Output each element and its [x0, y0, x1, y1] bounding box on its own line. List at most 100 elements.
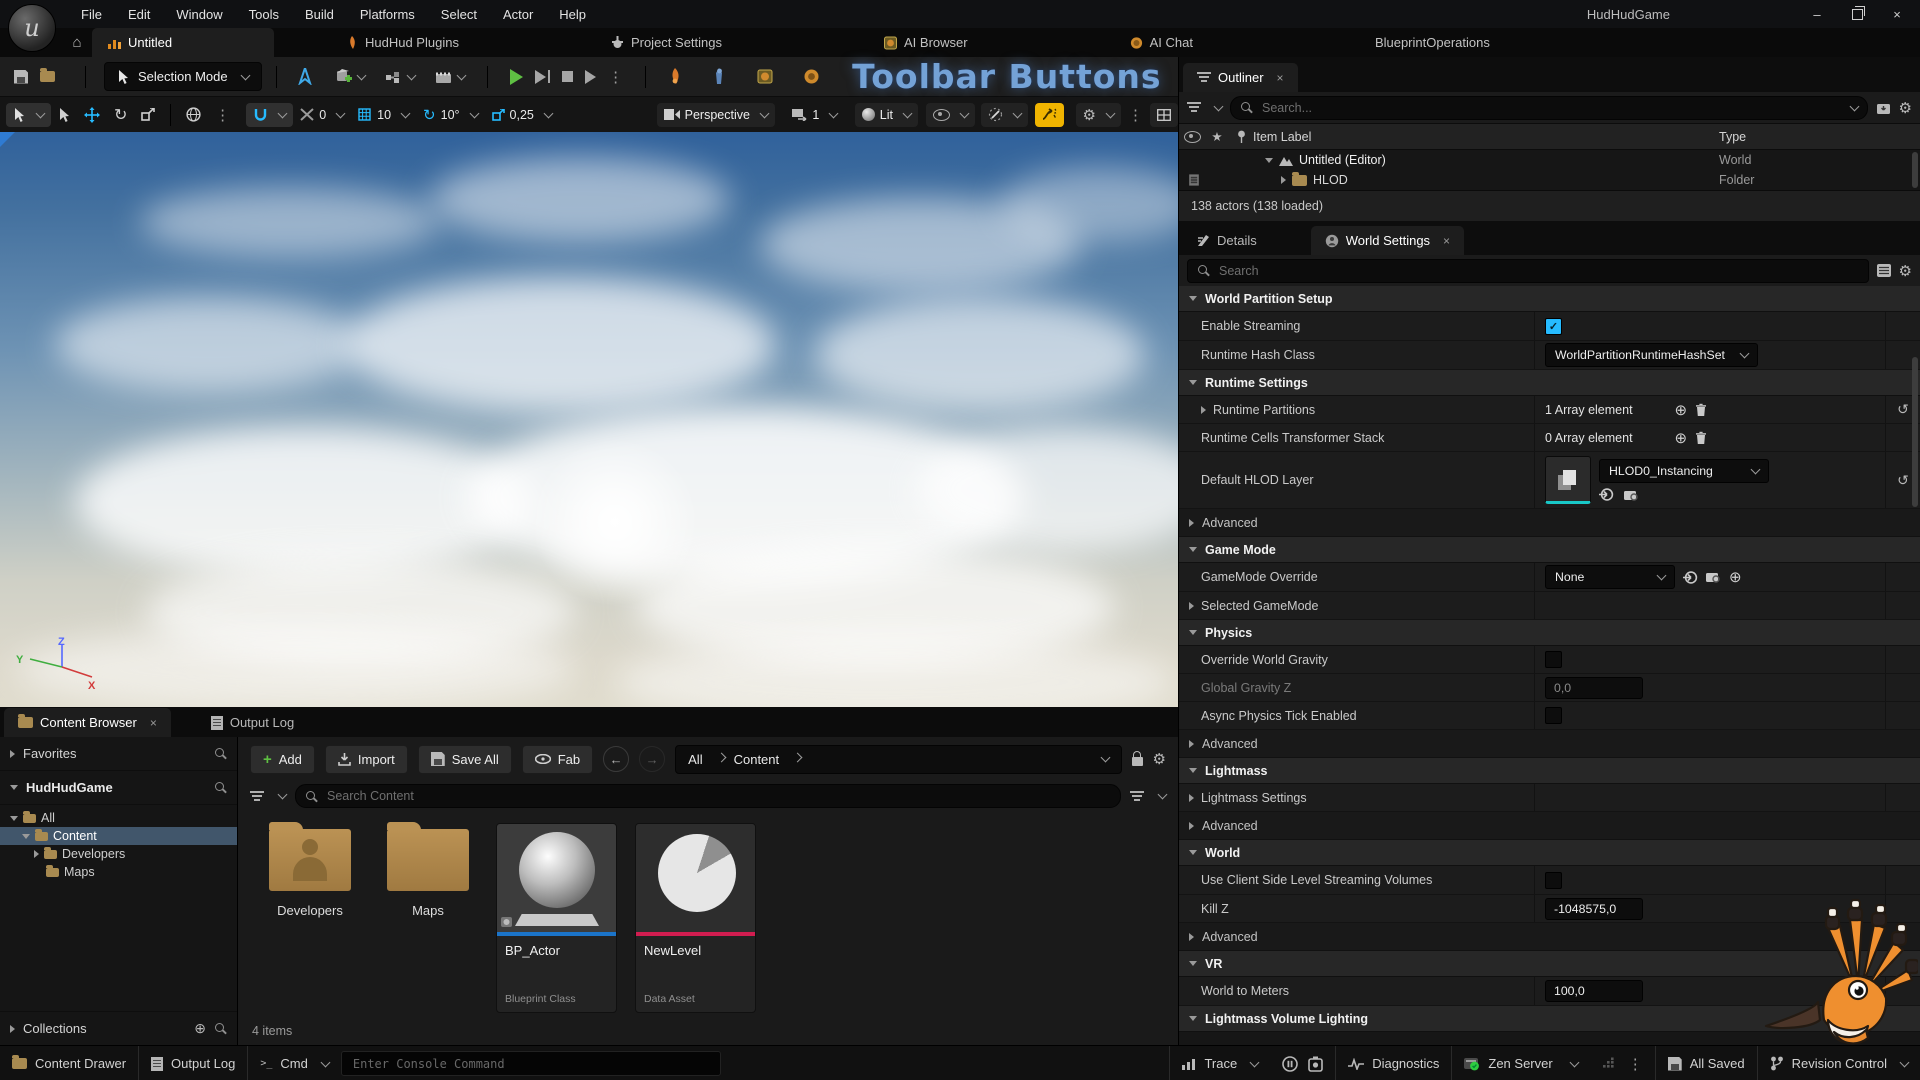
override-gravity-checkbox[interactable]: [1545, 651, 1562, 668]
breadcrumb-content[interactable]: Content: [734, 752, 780, 767]
save-all-button[interactable]: Save All: [418, 745, 512, 774]
editor-mode-dropdown[interactable]: Selection Mode: [104, 62, 262, 91]
expand-icon[interactable]: [1189, 794, 1194, 802]
tab-untitled[interactable]: Untitled: [92, 28, 274, 57]
filter-icon[interactable]: [250, 791, 264, 802]
gamemode-override-dropdown[interactable]: None: [1545, 565, 1675, 589]
viewport-options-button[interactable]: ⋮: [1121, 103, 1150, 127]
global-gravity-z-input[interactable]: [1545, 677, 1643, 699]
tab-hudhud-plugins[interactable]: HudHud Plugins: [330, 28, 475, 57]
add-collection-icon[interactable]: ⊕: [194, 1020, 206, 1037]
trace-dropdown[interactable]: Trace: [1170, 1046, 1270, 1080]
content-search[interactable]: [295, 784, 1121, 808]
play-options-button[interactable]: ⋮: [602, 64, 629, 90]
minimize-button[interactable]: –: [1800, 2, 1834, 26]
menu-platforms[interactable]: Platforms: [347, 0, 428, 28]
asset-folder-maps[interactable]: Maps: [378, 823, 478, 918]
section-game-mode[interactable]: Game Mode: [1179, 537, 1920, 563]
outliner-search[interactable]: [1230, 96, 1868, 120]
pause-circle-icon[interactable]: [1282, 1056, 1298, 1072]
ai-chat-tool-button[interactable]: [797, 64, 826, 90]
cinematics-button[interactable]: [429, 64, 471, 90]
world-settings-search[interactable]: [1187, 259, 1869, 283]
menu-tools[interactable]: Tools: [236, 0, 292, 28]
menu-file[interactable]: File: [68, 0, 115, 28]
outliner-search-input[interactable]: [1260, 100, 1838, 116]
eject-button[interactable]: [579, 64, 602, 90]
pin-column-icon[interactable]: [1237, 130, 1246, 143]
level-viewport[interactable]: Z Y X: [0, 132, 1178, 707]
tab-ai-chat[interactable]: AI Chat: [1114, 28, 1209, 57]
kill-z-input[interactable]: [1545, 898, 1643, 920]
snapshot-icon[interactable]: [1308, 1056, 1323, 1072]
tab-blueprint-operations[interactable]: BlueprintOperations: [1359, 28, 1506, 57]
world-to-meters-input[interactable]: [1545, 980, 1643, 1002]
browse-to-asset-icon[interactable]: [1624, 489, 1639, 501]
select-tool[interactable]: [51, 103, 77, 127]
section-world[interactable]: World: [1179, 840, 1920, 866]
scale-snap-dropdown[interactable]: 0,25: [485, 103, 559, 127]
outliner-scrollbar[interactable]: [1912, 152, 1918, 188]
asset-card-newlevel[interactable]: NewLevel Data Asset: [635, 823, 756, 1013]
tab-output-log[interactable]: Output Log: [197, 708, 308, 737]
perspective-dropdown[interactable]: Perspective: [657, 103, 775, 127]
close-icon[interactable]: ×: [1277, 71, 1284, 85]
tab-details[interactable]: Details: [1183, 226, 1271, 255]
show-flags-dropdown[interactable]: [926, 103, 975, 127]
tab-ai-browser[interactable]: AI Browser: [868, 28, 984, 57]
console-command-input[interactable]: [351, 1056, 711, 1072]
lock-icon[interactable]: [1132, 757, 1143, 766]
hudhud-tool-button[interactable]: [662, 64, 688, 90]
async-physics-checkbox[interactable]: [1545, 707, 1562, 724]
cmd-dropdown[interactable]: >_ Cmd: [248, 1046, 341, 1080]
outliner-row-world[interactable]: Untitled (Editor) World: [1179, 150, 1920, 170]
display-filter-icon[interactable]: [1877, 264, 1891, 277]
tree-item-maps[interactable]: Maps: [0, 863, 237, 881]
forward-button[interactable]: →: [639, 746, 665, 772]
rotation-snap-dropdown[interactable]: ↻ 10°: [416, 103, 484, 127]
vertical-dots-icon[interactable]: ⋮: [1628, 1055, 1643, 1073]
content-drawer-button[interactable]: Content Drawer: [0, 1046, 138, 1080]
tab-outliner[interactable]: Outliner ×: [1183, 63, 1298, 92]
scale-tool[interactable]: [134, 103, 162, 127]
unreal-engine-logo[interactable]: u: [8, 4, 56, 52]
maximize-button[interactable]: [1840, 2, 1874, 26]
output-log-button[interactable]: Output Log: [139, 1046, 247, 1080]
client-streaming-checkbox[interactable]: [1545, 872, 1562, 889]
tab-content-browser[interactable]: Content Browser ×: [4, 708, 171, 737]
import-button[interactable]: Import: [325, 745, 408, 774]
outliner-row-hlod[interactable]: HLOD Folder: [1179, 170, 1920, 190]
trash-icon[interactable]: [1695, 431, 1707, 444]
advanced-lightmass[interactable]: Advanced: [1179, 812, 1920, 840]
lit-mode-dropdown[interactable]: Lit: [855, 103, 918, 127]
gear-icon[interactable]: ⚙: [1899, 262, 1912, 280]
breadcrumb-all[interactable]: All: [688, 752, 702, 767]
maximize-viewport-button[interactable]: [1150, 103, 1178, 127]
world-settings-search-input[interactable]: [1217, 263, 1859, 279]
menu-edit[interactable]: Edit: [115, 0, 163, 28]
browse-content-button[interactable]: [34, 64, 61, 90]
content-search-input[interactable]: [325, 788, 1111, 804]
save-button[interactable]: [8, 64, 34, 90]
play-button[interactable]: [504, 64, 529, 90]
back-button[interactable]: ←: [603, 746, 629, 772]
asset-card-bp-actor[interactable]: BP_Actor Blueprint Class: [496, 823, 617, 1013]
statue-tool-button[interactable]: [706, 64, 733, 90]
close-button[interactable]: ×: [1880, 2, 1914, 26]
close-icon[interactable]: ×: [1443, 234, 1450, 248]
tree-item-all[interactable]: All: [0, 809, 237, 827]
zen-server-dropdown[interactable]: Zen Server: [1452, 1046, 1589, 1080]
component-button[interactable]: [379, 64, 421, 90]
chevron-down-icon[interactable]: [1849, 101, 1859, 111]
home-icon[interactable]: ⌂: [62, 28, 92, 57]
search-icon[interactable]: [214, 781, 227, 794]
tab-project-settings[interactable]: Project Settings: [595, 28, 738, 57]
favorites-row[interactable]: Favorites: [0, 737, 237, 771]
trash-icon[interactable]: [1695, 403, 1707, 416]
world-coordinate-toggle[interactable]: [179, 103, 208, 127]
sort-icon[interactable]: [1130, 791, 1144, 802]
frame-skip-button[interactable]: [529, 64, 557, 90]
save-folder-icon[interactable]: [1876, 101, 1891, 115]
all-saved-button[interactable]: All Saved: [1656, 1046, 1757, 1080]
menu-actor[interactable]: Actor: [490, 0, 546, 28]
